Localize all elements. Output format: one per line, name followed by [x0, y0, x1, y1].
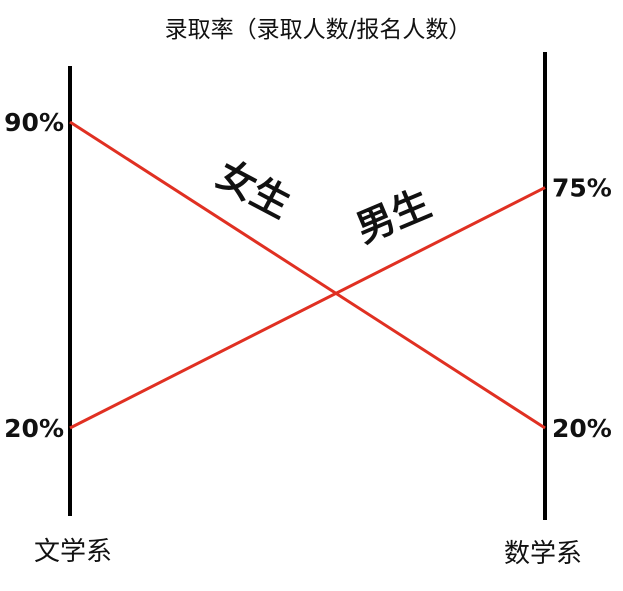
value-label-male-right: 75%: [552, 174, 612, 203]
series-line-male: [69, 186, 546, 430]
admission-rate-chart: 录取率（录取人数/报名人数） 文学系 数学系 90% 20% 女生 20% 75% 男生: [4, 17, 612, 569]
series-name-male: 男生: [350, 181, 437, 251]
category-label-left: 文学系: [34, 537, 112, 567]
value-label-female-right: 20%: [552, 414, 612, 443]
value-label-female-left: 90%: [4, 108, 64, 137]
category-label-right: 数学系: [504, 539, 582, 569]
series-marks: 90% 20% 女生 20% 75% 男生: [4, 108, 612, 443]
value-label-male-left: 20%: [4, 414, 64, 443]
series-line-female: [69, 120, 546, 430]
chart-title: 录取率（录取人数/报名人数）: [165, 17, 472, 43]
series-name-female: 女生: [210, 152, 298, 226]
